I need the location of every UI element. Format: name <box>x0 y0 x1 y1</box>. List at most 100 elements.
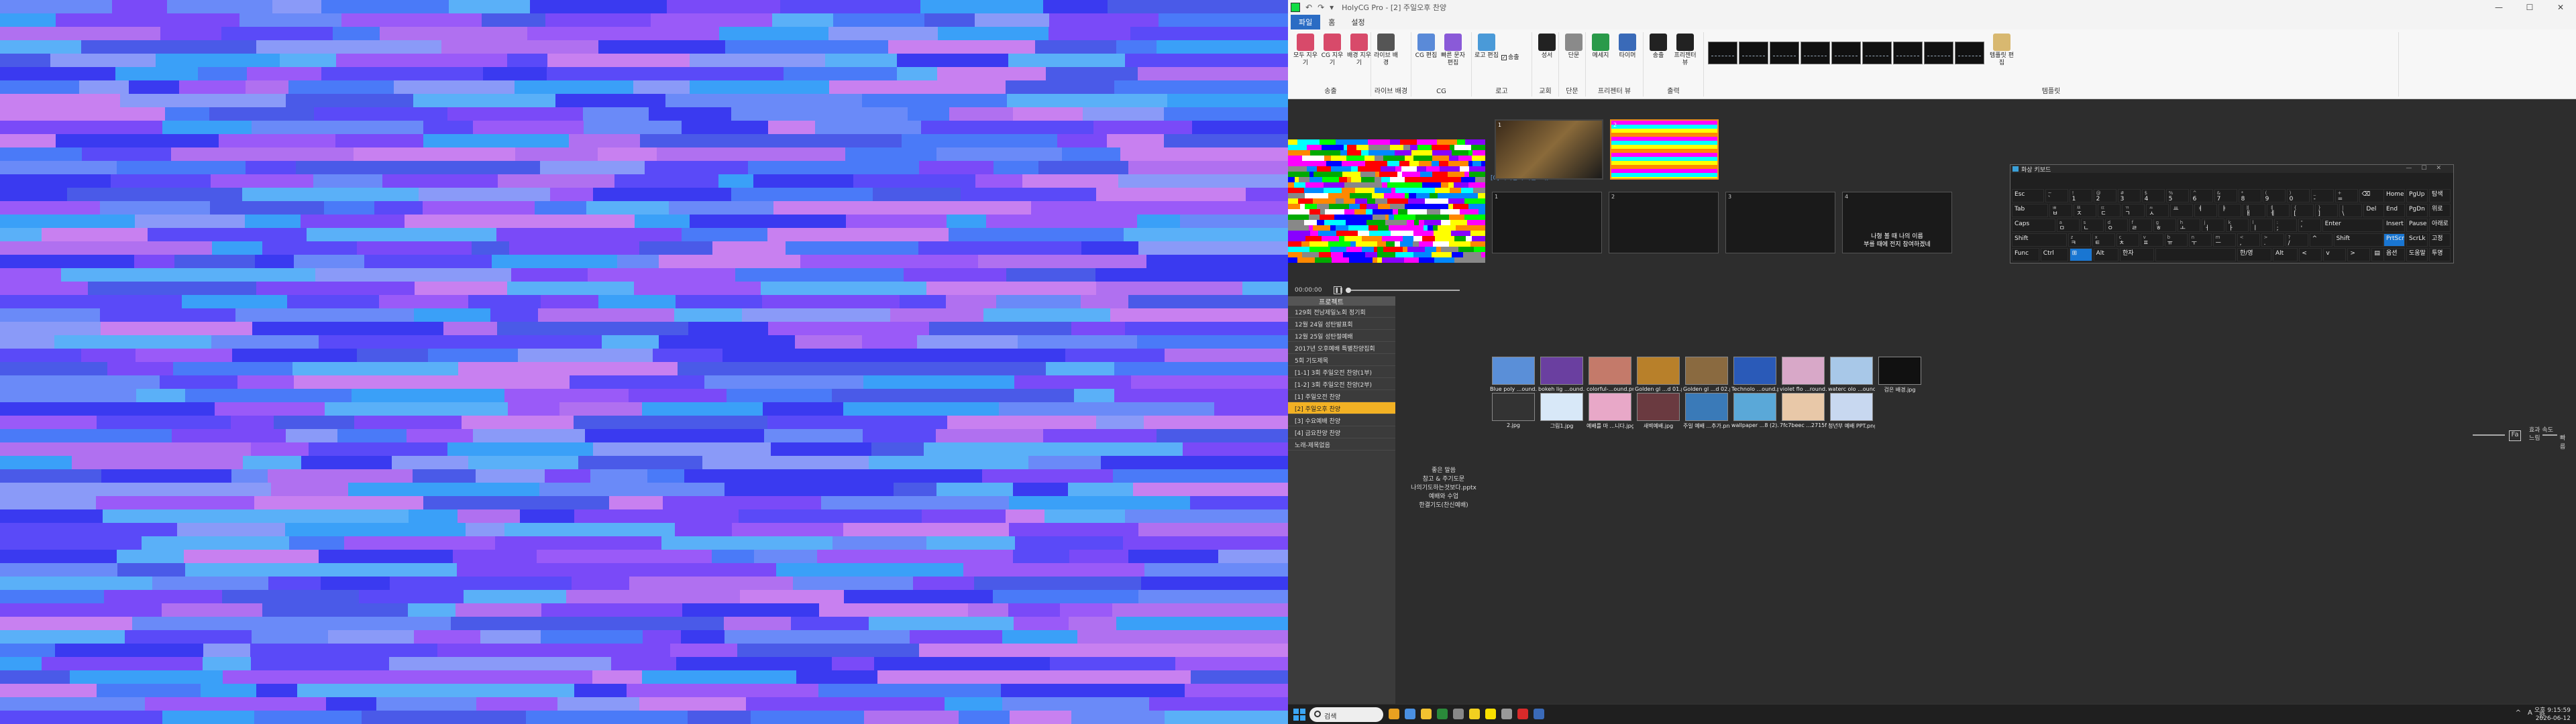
keyboard-key[interactable]: ⊞ <box>2069 248 2092 261</box>
keyboard-key[interactable]: ㅃㅂ <box>2049 204 2073 217</box>
tab-settings[interactable]: 설정 <box>1343 15 1373 29</box>
record-icon[interactable] <box>1517 709 1528 719</box>
keyboard-key[interactable]: 고정 <box>2429 233 2451 247</box>
slide-thumbnail[interactable]: 1 <box>1495 119 1603 180</box>
keyboard-key[interactable]: Alt <box>2273 248 2298 261</box>
keyboard-key[interactable]: 투명 <box>2429 248 2451 261</box>
keyboard-key[interactable]: jㅓ <box>2201 219 2224 232</box>
keyboard-key[interactable]: ㅖㅔ <box>2267 204 2290 217</box>
project-item[interactable]: [1-2] 3회 주일오전 찬양(2부) <box>1288 378 1395 390</box>
keyboard-key[interactable]: cㅊ <box>2116 233 2139 247</box>
keyboard-key[interactable]: Shift <box>2012 233 2067 247</box>
ribbon-button[interactable]: 송출 <box>1645 34 1672 60</box>
keyboard-key[interactable]: fㄹ <box>2129 219 2152 232</box>
project-item[interactable]: 5회 기도제목 <box>1288 354 1395 366</box>
keyboard-key[interactable]: ScrLk <box>2406 233 2428 247</box>
keyboard-key[interactable]: Home <box>2383 189 2405 202</box>
keyboard-key[interactable]: ㅒㅐ <box>2243 204 2266 217</box>
project-item[interactable]: 2017년 오후예배 특별찬양집회 <box>1288 342 1395 354</box>
input-indicator[interactable]: A <box>2528 709 2532 719</box>
keyboard-key[interactable]: #3 <box>2117 189 2141 202</box>
background-thumbnail[interactable]: 주일 예배 ...추가.png <box>1683 393 1730 429</box>
keyboard-key[interactable]: (9 <box>2262 189 2286 202</box>
keyboard-key[interactable]: End <box>2383 204 2405 217</box>
lyric-slide[interactable]: 1 <box>1492 192 1602 253</box>
quick-access-menu[interactable]: ▾ <box>1330 3 1334 12</box>
keyboard-key[interactable]: * 8 <box>2238 189 2261 202</box>
keyboard-key[interactable]: bㅠ <box>2164 233 2188 247</box>
speed-slider[interactable] <box>2542 434 2557 436</box>
keyboard-key[interactable]: >. <box>2261 233 2284 247</box>
keyboard-key[interactable]: + = <box>2334 189 2358 202</box>
lyric-slide[interactable]: 2 <box>1609 192 1719 253</box>
keyboard-key[interactable]: $4 <box>2141 189 2165 202</box>
keyboard-key[interactable]: lㅣ <box>2249 219 2273 232</box>
background-thumbnail[interactable]: violet flo ...round.jpg <box>1780 357 1827 392</box>
file-item[interactable]: 참고 & 주기도문 <box>1406 474 1481 483</box>
keyboard-key[interactable]: <, <box>2237 233 2260 247</box>
keyboard-key[interactable]: PrtScn <box>2383 233 2405 247</box>
keyboard-key[interactable]: Caps <box>2012 219 2055 232</box>
app-icon[interactable] <box>1453 709 1464 719</box>
ribbon-button[interactable]: 타이머 <box>1614 34 1641 60</box>
lyric-slide[interactable]: 3 <box>1725 192 1835 253</box>
ribbon-button[interactable]: 단문 <box>1560 34 1587 60</box>
holycg-taskbar-icon[interactable] <box>1534 709 1544 719</box>
folder-icon[interactable] <box>1421 709 1432 719</box>
background-thumbnail[interactable]: Technolo ...ound.png <box>1731 357 1778 392</box>
minimize-button[interactable]: — <box>2483 3 2514 12</box>
ribbon-button[interactable]: 빠른 문자 편집 <box>1440 34 1466 67</box>
keyboard-key[interactable]: ^ <box>2309 233 2332 247</box>
ribbon-button[interactable]: CG 지우기 <box>1319 34 1346 67</box>
keyboard-key[interactable]: Enter <box>2322 219 2383 232</box>
ribbon-button[interactable]: 메세지 <box>1587 34 1614 60</box>
keyboard-key[interactable]: vㅍ <box>2140 233 2163 247</box>
keyboard-key[interactable]: aㅁ <box>2056 219 2080 232</box>
project-item[interactable]: [2] 주일오후 찬양 <box>1288 402 1395 414</box>
keyboard-key[interactable]: % 5 <box>2165 189 2189 202</box>
keyboard-key[interactable]: ? / <box>2285 233 2308 247</box>
keyboard-key[interactable]: ^ 6 <box>2190 189 2213 202</box>
font-button[interactable]: Fa <box>2509 430 2521 441</box>
background-thumbnail[interactable]: colorful-...ound.png <box>1587 357 1633 392</box>
chat-icon[interactable] <box>1485 709 1496 719</box>
taskbar-app-icon[interactable] <box>1389 709 1399 719</box>
clock[interactable]: 오후 9:15:59 2026-06-12 <box>2534 707 2571 723</box>
background-thumbnail[interactable]: waterc olo ...ound.png <box>1828 357 1875 392</box>
template-thumbnail[interactable] <box>1770 42 1799 64</box>
tab-file[interactable]: 파일 <box>1291 15 1321 29</box>
keyboard-key[interactable]: _ - <box>2310 189 2334 202</box>
maximize-button[interactable]: ☐ <box>2514 3 2545 12</box>
keyboard-key[interactable]: Esc <box>2012 189 2044 202</box>
pause-button[interactable]: ❚❚ <box>1334 286 1344 294</box>
keyboard-key[interactable]: 도움말 <box>2406 248 2428 261</box>
ribbon-button[interactable]: 로고 편집 <box>1473 34 1500 60</box>
keyboard-key[interactable]: Func <box>2012 248 2039 261</box>
keyboard-key[interactable]: nㅜ <box>2188 233 2212 247</box>
background-thumbnail[interactable]: Blue poly ...ound.png <box>1490 357 1537 392</box>
app-icon[interactable] <box>1437 709 1448 719</box>
keyboard-key[interactable]: gㅎ <box>2153 219 2176 232</box>
keyboard-key[interactable]: dㅇ <box>2104 219 2128 232</box>
keyboard-key[interactable]: 한자 <box>2120 248 2154 261</box>
background-thumbnail[interactable]: Golden gl ...d 01.png <box>1635 357 1682 392</box>
template-thumbnail[interactable] <box>1739 42 1768 64</box>
keyboard-key[interactable]: :; <box>2273 219 2297 232</box>
project-item[interactable]: 12월 24일 성탄발표회 <box>1288 318 1395 330</box>
keyboard-key[interactable]: zㅋ <box>2068 233 2091 247</box>
keyboard-key[interactable]: PgDn <box>2406 204 2428 217</box>
background-thumbnail[interactable]: Golden gl ...d 02.png <box>1683 357 1730 392</box>
file-item[interactable]: 좋은 말씀 <box>1406 465 1481 474</box>
template-edit-button[interactable]: 템플릿 편집 <box>1988 34 2015 67</box>
keyboard-key[interactable]: Tab <box>2012 204 2049 217</box>
keyboard-window-buttons[interactable]: —☐✕ <box>2406 165 2451 172</box>
file-item[interactable]: 예배와 수업 <box>1406 491 1481 500</box>
project-item[interactable]: [1-1] 3회 주일오전 찬양(1부) <box>1288 366 1395 378</box>
project-item[interactable]: [4] 금요찬양 찬양 <box>1288 426 1395 438</box>
keyboard-key[interactable]: Alt <box>2093 248 2118 261</box>
notes-icon[interactable] <box>1469 709 1480 719</box>
ribbon-button[interactable]: 라이브 배경 <box>1373 34 1399 67</box>
template-thumbnail[interactable] <box>1955 42 1984 64</box>
keyboard-key[interactable]: & 7 <box>2214 189 2237 202</box>
keyboard-key[interactable]: Pause <box>2406 219 2428 232</box>
